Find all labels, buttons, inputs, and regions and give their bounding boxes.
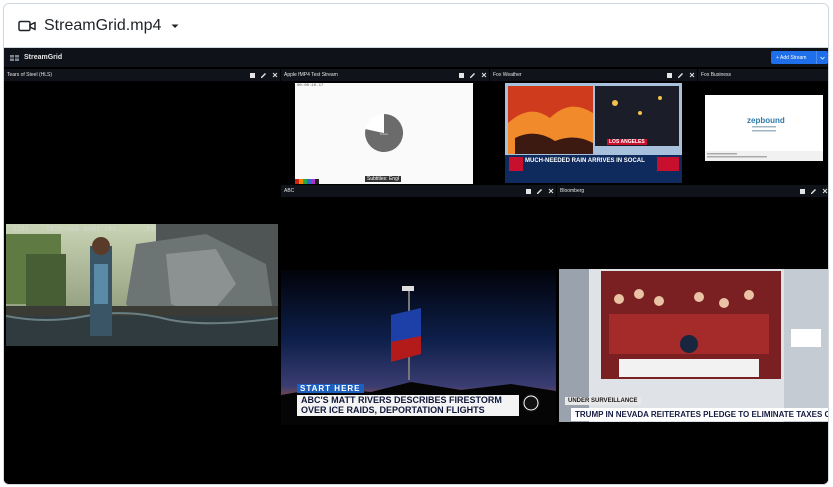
tile-title: Fox Business (701, 72, 732, 78)
location-label: LOS ANGELES (607, 139, 647, 145)
stream-stats-overlay: 320x... 1920x800 av01 chr... ...ts (12, 226, 155, 234)
file-name[interactable]: StreamGrid.mp4 (44, 17, 161, 35)
video-player[interactable]: StreamGrid + Add Stream Tears of Steel (… (4, 48, 828, 484)
tile-title: Bloomberg (560, 188, 585, 194)
weather-headline: MUCH-NEEDED RAIN ARRIVES IN SOCAL (525, 158, 645, 164)
tile-title: Fox Weather (493, 72, 522, 78)
headline: TRUMP IN NEVADA REITERATES PLEDGE TO ELI… (571, 408, 828, 421)
subtitle-caption: Subtitles: Engl (365, 176, 401, 182)
stream-tile-bloomberg[interactable]: Bloomberg UNDER SURVEILLANCE TRUMP IN NE… (557, 185, 828, 484)
advertisement-graphic (705, 126, 823, 161)
segment-tag: UNDER SURVEILLANCE (565, 397, 641, 405)
stop-icon[interactable] (458, 72, 465, 79)
stream-tile-tears-of-steel[interactable]: Tears of Steel (HLS) 320x... 1920x800 av… (4, 69, 280, 484)
logo-icon (10, 54, 19, 61)
file-header: StreamGrid.mp4 (4, 4, 828, 48)
tile-header: Fox Business (698, 69, 828, 81)
stop-icon[interactable] (249, 72, 256, 79)
edit-icon[interactable] (260, 72, 267, 79)
video-frame: LOS ANGELES MUCH-NEEDED RAIN ARRIVES IN … (505, 83, 682, 183)
stream-tile-abc[interactable]: ABC START HERE ABC'S MATT RIVERS DESCRIB… (281, 185, 556, 484)
tile-title: Apple fMP4 Test Stream (284, 72, 338, 78)
stream-tile-fox-business[interactable]: Fox Business zepbound (698, 69, 828, 184)
file-viewer: StreamGrid.mp4 StreamGrid + Add Stream T… (3, 3, 829, 485)
tile-title: ABC (284, 188, 295, 194)
tile-header: Apple fMP4 Test Stream (281, 69, 489, 81)
tile-header: Fox Weather (490, 69, 697, 81)
add-stream-dropdown[interactable] (816, 51, 828, 64)
tile-title: Tears of Steel (HLS) (7, 72, 53, 78)
app-brand: StreamGrid (24, 54, 63, 61)
edit-icon[interactable] (469, 72, 476, 79)
chevron-down-icon (820, 56, 825, 60)
video-thumbnail (6, 224, 278, 346)
svg-text:Subtitle: Subtitle (380, 133, 389, 136)
video-camera-icon (18, 20, 36, 31)
close-icon[interactable] (547, 188, 554, 195)
video-frame: zepbound (705, 95, 823, 161)
video-frame: 00:00:10.17 Subtitle Subtitles: Engl (295, 83, 473, 184)
chevron-down-icon[interactable] (170, 21, 180, 31)
stream-tile-fox-weather[interactable]: Fox Weather LOS ANGELES MUCH-NEEDED RAIN… (490, 69, 697, 184)
tile-header: Tears of Steel (HLS) (4, 69, 280, 81)
stop-icon[interactable] (525, 188, 532, 195)
add-stream-label: + Add Stream (776, 54, 807, 61)
stop-icon[interactable] (799, 188, 806, 195)
network-logo-icon (522, 394, 540, 412)
headline-line-2: OVER ICE RAIDS, DEPORTATION FLIGHTS (297, 405, 519, 416)
video-frame: 320x... 1920x800 av01 chr... ...ts (6, 224, 278, 346)
test-pattern-graphic: Subtitle (295, 113, 404, 184)
add-stream-button[interactable]: + Add Stream (771, 51, 828, 64)
tile-header: ABC (281, 185, 556, 197)
edit-icon[interactable] (810, 188, 817, 195)
close-icon[interactable] (271, 72, 278, 79)
stream-tile-apple-fmp4[interactable]: Apple fMP4 Test Stream 00:00:10.17 Subti… (281, 69, 489, 184)
weather-broadcast-graphic (505, 83, 682, 183)
show-tag: START HERE (297, 384, 364, 393)
app-topbar: StreamGrid + Add Stream (4, 48, 828, 67)
edit-icon[interactable] (536, 188, 543, 195)
close-icon[interactable] (688, 72, 695, 79)
edit-icon[interactable] (677, 72, 684, 79)
tile-header: Bloomberg (557, 185, 828, 197)
app-logo: StreamGrid (10, 54, 62, 61)
close-icon[interactable] (821, 188, 828, 195)
close-icon[interactable] (480, 72, 487, 79)
stop-icon[interactable] (666, 72, 673, 79)
